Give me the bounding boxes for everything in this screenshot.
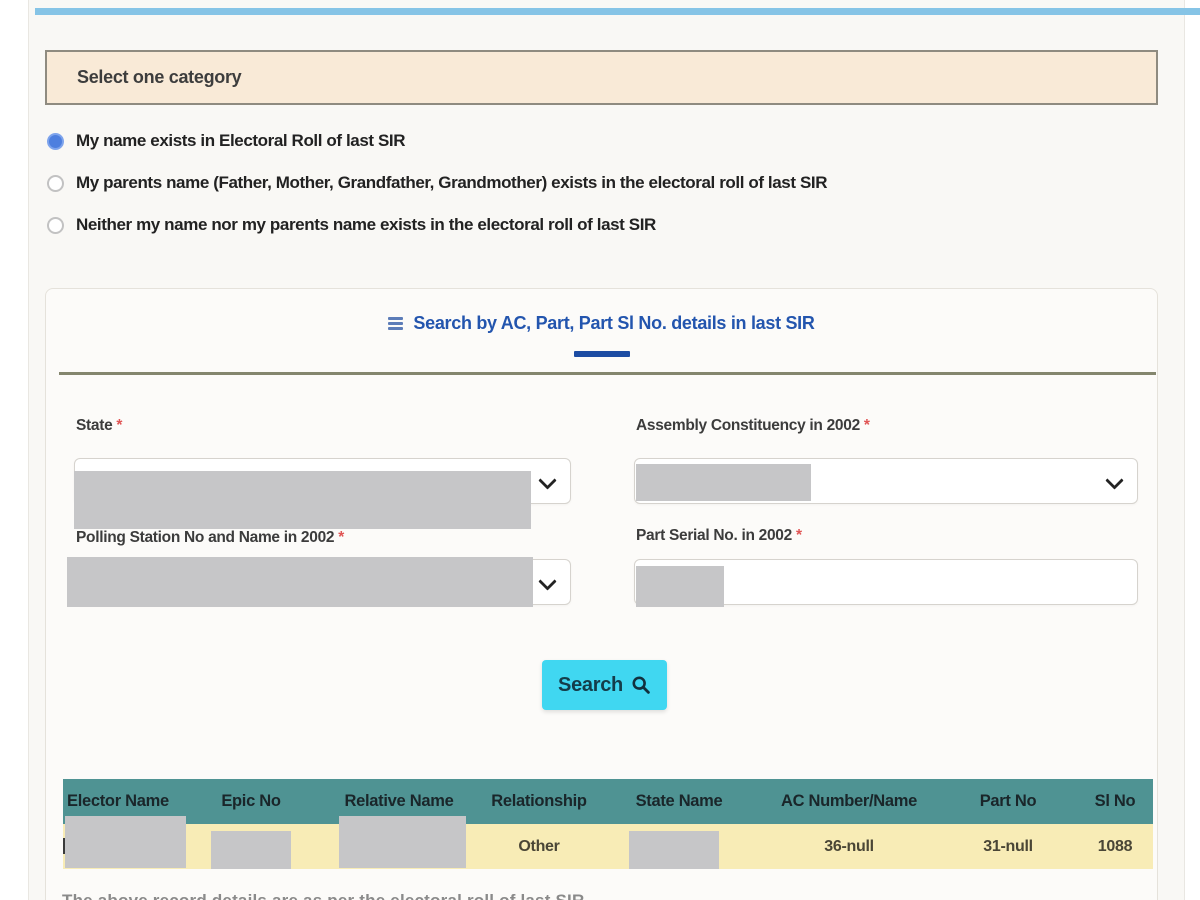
state-label: State* <box>76 417 122 435</box>
radio-unselected-icon[interactable] <box>47 217 64 234</box>
col-header-elector-name: Elector Name <box>63 792 183 811</box>
radio-option-neither-name[interactable]: Neither my name nor my parents name exis… <box>47 215 656 235</box>
right-margin <box>1184 0 1200 900</box>
elector-name-redaction <box>65 816 186 868</box>
state-value-redaction <box>74 471 531 529</box>
col-header-state-name: State Name <box>599 792 759 811</box>
radio-selected-icon[interactable] <box>47 133 64 150</box>
chevron-down-icon <box>538 572 556 590</box>
col-header-sl-no: Sl No <box>1077 792 1153 811</box>
search-button[interactable]: Search <box>542 660 667 710</box>
radio-option-parents-name[interactable]: My parents name (Father, Mother, Grandfa… <box>47 173 827 193</box>
assembly-value-redaction <box>636 464 811 501</box>
part-serial-label: Part Serial No. in 2002* <box>636 527 802 545</box>
cell-sl-no: 1088 <box>1077 838 1153 856</box>
polling-value-redaction <box>67 557 533 607</box>
required-asterisk: * <box>864 417 870 434</box>
col-header-ac-number-name: AC Number/Name <box>759 792 939 811</box>
panel-title: Search by AC, Part, Part Sl No. details … <box>413 313 814 334</box>
cell-part-no: 31-null <box>939 838 1077 856</box>
col-header-epic-no: Epic No <box>183 792 319 811</box>
assembly-constituency-label: Assembly Constituency in 2002* <box>636 417 870 435</box>
left-margin <box>0 0 29 900</box>
search-panel: Search by AC, Part, Part Sl No. details … <box>45 288 1158 900</box>
required-asterisk: * <box>338 529 344 546</box>
page: Select one category My name exists in El… <box>0 0 1200 900</box>
col-header-part-no: Part No <box>939 792 1077 811</box>
results-table: Elector Name Epic No Relative Name Relat… <box>63 779 1153 869</box>
search-button-label: Search <box>558 674 623 697</box>
radio-option-label: My parents name (Father, Mother, Grandfa… <box>76 173 827 193</box>
category-header: Select one category <box>45 50 1158 105</box>
radio-option-label: My name exists in Electoral Roll of last… <box>76 131 405 151</box>
panel-title-row: Search by AC, Part, Part Sl No. details … <box>46 313 1157 334</box>
part-serial-value-redaction <box>636 566 724 607</box>
cell-ac-number-name: 36-null <box>759 838 939 856</box>
list-lines-icon <box>388 317 403 330</box>
table-header-row: Elector Name Epic No Relative Name Relat… <box>63 779 1153 824</box>
state-name-redaction <box>629 831 719 869</box>
chevron-down-icon <box>538 471 556 489</box>
search-icon <box>631 675 651 695</box>
cell-relationship: Other <box>479 838 599 856</box>
title-underline <box>574 351 630 357</box>
polling-station-label: Polling Station No and Name in 2002* <box>76 529 344 547</box>
radio-option-label: Neither my name nor my parents name exis… <box>76 215 656 235</box>
clipped-bottom-text: The above record details are as per the … <box>62 889 1162 900</box>
relative-name-redaction <box>339 816 466 868</box>
radio-unselected-icon[interactable] <box>47 175 64 192</box>
epic-no-redaction <box>211 831 291 869</box>
required-asterisk: * <box>796 527 802 544</box>
required-asterisk: * <box>116 417 122 434</box>
radio-option-my-name[interactable]: My name exists in Electoral Roll of last… <box>47 131 405 151</box>
category-header-label: Select one category <box>77 67 241 88</box>
col-header-relationship: Relationship <box>479 792 599 811</box>
col-header-relative-name: Relative Name <box>319 792 479 811</box>
chevron-down-icon <box>1105 471 1123 489</box>
panel-divider <box>59 372 1156 375</box>
top-accent-bar <box>35 8 1200 15</box>
